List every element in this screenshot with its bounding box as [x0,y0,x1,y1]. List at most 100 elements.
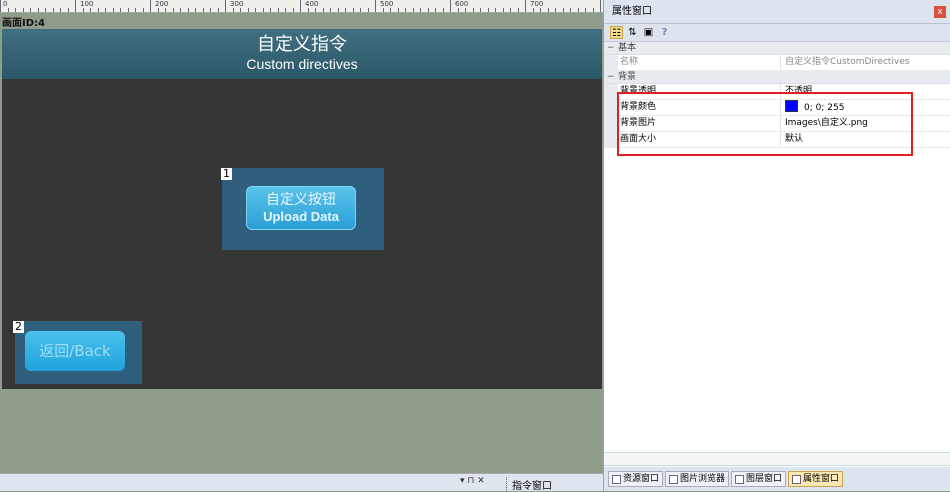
property-toolbar: ☷ ⇅ ▣ ? [604,24,950,42]
ruler-tick [450,0,451,12]
upload-data-button[interactable]: 自定义按钮 Upload Data [246,186,356,230]
tab-layer-window[interactable]: 图层窗口 [731,471,787,487]
tab-image-browser[interactable]: 图片浏览器 [665,471,730,487]
property-window-icon [792,474,802,484]
screen-title-en: Custom directives [246,56,358,72]
tab-property-window[interactable]: 属性窗口 [788,471,844,487]
property-window: 属性窗口 x ☷ ⇅ ▣ ? − 基本 名称 自定义指令CustomDirect… [603,0,950,491]
ruler-tick [495,8,496,12]
tab-resource-window[interactable]: 资源窗口 [608,471,664,487]
ruler-tick [518,8,519,12]
dock-pin-controls[interactable]: ▾ ⊓ ✕ [460,476,485,486]
ruler-tick [330,8,331,12]
ruler-tick [480,8,481,12]
ruler-label: 300 [230,0,244,8]
ruler-tick [173,8,174,12]
ruler-tick [150,0,151,12]
ruler-tick [593,8,594,12]
ruler-tick [270,8,271,12]
upload-button-label-en: Upload Data [263,209,339,224]
ruler-tick [533,8,534,12]
property-window-titlebar: 属性窗口 x [604,0,950,24]
ruler-tick [158,8,159,12]
collapse-icon[interactable]: − [607,42,615,55]
ruler-tick [368,8,369,12]
categorized-view-icon[interactable]: ☷ [610,26,623,39]
ruler-tick [53,8,54,12]
ruler-tick [143,8,144,12]
ruler-tick [315,8,316,12]
ruler-tick [248,8,249,12]
control-2-container[interactable]: 返回/Back [15,321,142,384]
ruler-tick [83,8,84,12]
ruler-tick [428,8,429,12]
property-value[interactable]: 自定义指令CustomDirectives [781,55,950,70]
screen-canvas[interactable]: 自定义指令 Custom directives 自定义按钮 Upload Dat… [2,29,602,389]
ruler-tick [278,8,279,12]
ruler-tick [323,8,324,12]
ruler-tick [435,8,436,12]
ruler-label: 200 [155,0,169,8]
ruler-tick [165,8,166,12]
ruler-tick [540,8,541,12]
ruler-tick [38,8,39,12]
ruler-tick [113,8,114,12]
ruler-tick [503,8,504,12]
ruler-tick [75,0,76,12]
alphabetical-sort-icon[interactable]: ⇅ [626,26,639,39]
close-icon[interactable]: x [934,6,946,18]
ruler-tick [233,8,234,12]
ruler-tick [570,8,571,12]
ruler-tick [135,8,136,12]
ruler-tick [68,8,69,12]
tab-label: 图片浏览器 [680,473,726,484]
screen-title-cn: 自定义指令 [257,34,347,55]
control-1-container[interactable]: 自定义按钮 Upload Data [222,168,384,250]
tab-label: 图层窗口 [746,473,783,484]
ruler-tick [398,8,399,12]
ruler-tick [390,8,391,12]
ruler-tick [600,0,601,12]
ruler-tick [203,8,204,12]
bottom-dock-bar: ▾ ⊓ ✕ 指令窗口 [0,473,603,492]
ruler-tick [510,8,511,12]
category-background[interactable]: − 背景 [604,71,950,84]
ruler-tick [413,8,414,12]
ruler-tick [473,8,474,12]
ruler-tick [195,8,196,12]
command-window-tab[interactable]: 指令窗口 [506,477,552,492]
help-icon[interactable]: ? [658,26,671,39]
ruler-tick [488,8,489,12]
category-label: 基本 [618,43,637,53]
ruler-tick [225,0,226,12]
back-button[interactable]: 返回/Back [25,331,125,371]
layer-window-icon [735,474,745,484]
ruler-label: 700 [530,0,544,8]
ruler-label: 500 [380,0,394,8]
ruler-label: 100 [80,0,94,8]
ruler-tick [353,8,354,12]
ruler-label: 400 [305,0,319,8]
screen-title-bar: 自定义指令 Custom directives [2,29,602,79]
category-basic[interactable]: − 基本 [604,42,950,55]
ruler-tick [458,8,459,12]
property-row-name[interactable]: 名称 自定义指令CustomDirectives [604,55,950,71]
property-pages-icon[interactable]: ▣ [642,26,655,39]
collapse-icon[interactable]: − [607,71,615,84]
image-browser-icon [669,474,679,484]
ruler-tick [180,8,181,12]
ruler-tick [105,8,106,12]
ruler-tick [383,8,384,12]
ruler-tick [188,8,189,12]
control-1-number: 1 [221,167,232,180]
ruler-tick [548,8,549,12]
ruler-tick [98,8,99,12]
tab-label: 资源窗口 [623,473,660,484]
ruler-tick [285,8,286,12]
ruler-tick [210,8,211,12]
ruler-tick [465,8,466,12]
ruler-tick [420,8,421,12]
control-2-number: 2 [13,320,24,333]
ruler-tick [15,8,16,12]
ruler-tick [23,8,24,12]
